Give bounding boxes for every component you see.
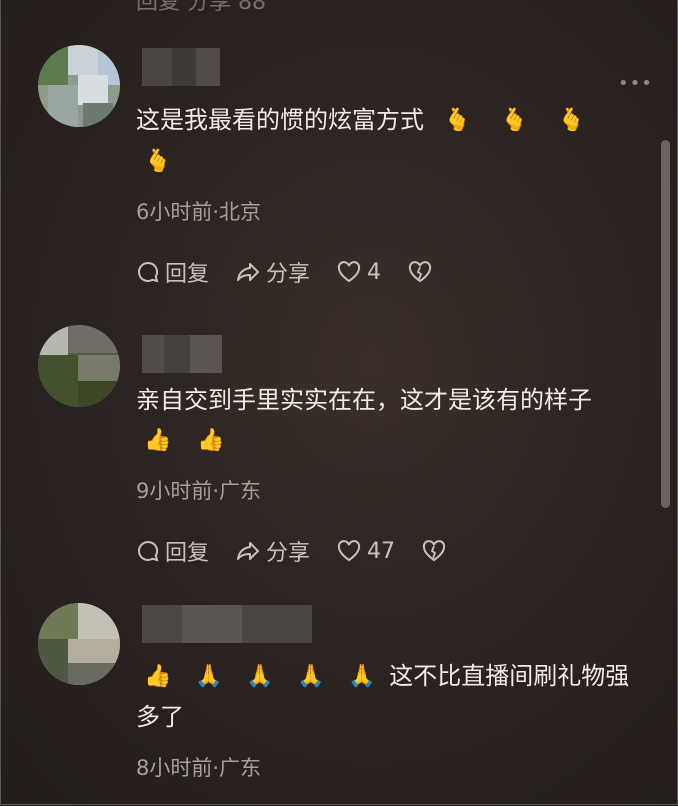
avatar[interactable]: [38, 45, 120, 127]
dislike-button[interactable]: [421, 539, 452, 563]
like-button[interactable]: 4: [336, 260, 381, 285]
folded-hands-emoji: 🙏: [348, 664, 376, 689]
heart-icon: [337, 540, 361, 562]
dislike-button[interactable]: [407, 260, 438, 284]
folded-hands-emoji: 🙏: [246, 664, 274, 689]
comment-bubble-icon: [138, 261, 159, 283]
thumbs-up-emoji: 👍: [144, 664, 172, 689]
comment-meta: 9小时前·广东: [136, 479, 262, 503]
finger-heart-emoji: 🫰: [500, 108, 529, 133]
username-blurred[interactable]: [142, 335, 222, 373]
comment-text: 这是我最看的惯的炫富方式 🫰 🫰 🫰 🫰: [136, 100, 641, 182]
reply-label: 回复: [165, 262, 210, 287]
thumbs-up-emoji: 👍: [144, 428, 172, 453]
share-button[interactable]: 分享: [235, 535, 310, 567]
comment-text: 亲自交到手里实实在在，这才是该有的样子 👍 👍: [136, 380, 641, 461]
share-label: 分享: [266, 262, 311, 287]
broken-heart-icon: [422, 540, 446, 562]
reply-button[interactable]: 回复: [136, 256, 209, 288]
username-blurred[interactable]: [142, 605, 312, 643]
comment-text-body-continued: 多了: [136, 703, 184, 731]
heart-icon: [337, 261, 361, 283]
comment-text-body: 这不比直播间刷礼物强: [389, 662, 630, 690]
more-dots-icon[interactable]: •••: [618, 73, 653, 94]
share-arrow-icon: [237, 542, 260, 560]
like-count: 4: [367, 259, 382, 285]
finger-heart-emoji: 🫰: [144, 149, 172, 174]
like-button[interactable]: 47: [336, 539, 395, 564]
avatar[interactable]: [38, 325, 120, 407]
reply-label: 回复: [165, 541, 210, 566]
broken-heart-icon: [408, 261, 432, 283]
comment-actions: 回复 分享 47: [136, 535, 478, 567]
comment-text: 👍 🙏 🙏 🙏 🙏 这不比直播间刷礼物强 多了: [136, 656, 641, 737]
like-count: 47: [367, 538, 396, 564]
comment-text-body: 这是我最看的惯的炫富方式: [136, 106, 424, 134]
finger-heart-emoji: 🫰: [557, 108, 586, 133]
previous-comment-actions: 回复 分享 88: [136, 0, 266, 15]
comment-actions: 回复 分享 4: [136, 256, 464, 288]
username-blurred[interactable]: [142, 48, 220, 86]
comment-text-body: 亲自交到手里实实在在，这才是该有的样子: [136, 386, 592, 414]
thumbs-up-emoji: 👍: [197, 428, 225, 453]
folded-hands-emoji: 🙏: [297, 664, 325, 689]
reply-button[interactable]: 回复: [136, 535, 209, 567]
share-arrow-icon: [237, 263, 260, 281]
share-button[interactable]: 分享: [235, 256, 310, 288]
scrollbar[interactable]: [661, 140, 670, 508]
share-label: 分享: [266, 541, 311, 566]
folded-hands-emoji: 🙏: [195, 664, 223, 689]
avatar[interactable]: [38, 603, 120, 685]
comment-meta: 8小时前·广东: [136, 756, 262, 780]
comment-bubble-icon: [138, 540, 159, 562]
finger-heart-emoji: 🫰: [443, 108, 472, 133]
comment-meta: 6小时前·北京: [136, 200, 262, 224]
